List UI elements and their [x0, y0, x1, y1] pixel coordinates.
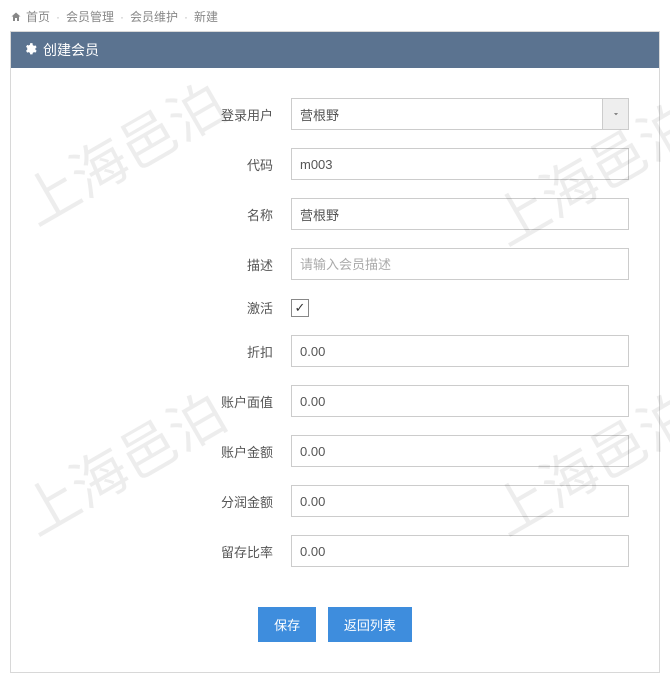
- back-to-list-button[interactable]: 返回列表: [328, 607, 412, 642]
- breadcrumb-level2[interactable]: 会员维护: [130, 8, 178, 25]
- login-user-select[interactable]: 营根野: [291, 98, 629, 130]
- label-active: 激活: [31, 298, 291, 317]
- breadcrumb-level1[interactable]: 会员管理: [66, 8, 114, 25]
- label-discount: 折扣: [31, 342, 291, 361]
- label-profit-share-amount: 分润金额: [31, 492, 291, 511]
- gear-icon: [23, 42, 37, 59]
- retain-ratio-input[interactable]: [291, 535, 629, 567]
- breadcrumb-home[interactable]: 首页: [26, 8, 50, 25]
- profit-share-amount-input[interactable]: [291, 485, 629, 517]
- code-input[interactable]: [291, 148, 629, 180]
- account-amount-input[interactable]: [291, 435, 629, 467]
- form-row-login-user: 登录用户 营根野: [31, 98, 639, 130]
- login-user-value: 营根野: [300, 105, 339, 124]
- form-row-description: 描述: [31, 248, 639, 280]
- breadcrumb: 首页 · 会员管理 · 会员维护 · 新建: [0, 0, 670, 31]
- breadcrumb-separator: ·: [184, 10, 188, 24]
- save-button[interactable]: 保存: [258, 607, 316, 642]
- breadcrumb-separator: ·: [120, 10, 124, 24]
- form-row-code: 代码: [31, 148, 639, 180]
- label-name: 名称: [31, 205, 291, 224]
- discount-input[interactable]: [291, 335, 629, 367]
- breadcrumb-separator: ·: [56, 10, 60, 24]
- label-description: 描述: [31, 255, 291, 274]
- chevron-down-icon: [602, 99, 628, 129]
- form-row-account-amount: 账户金额: [31, 435, 639, 467]
- form-row-account-face-value: 账户面值: [31, 385, 639, 417]
- form-row-profit-share-amount: 分润金额: [31, 485, 639, 517]
- label-code: 代码: [31, 155, 291, 174]
- check-icon: ✓: [295, 300, 306, 316]
- description-input[interactable]: [291, 248, 629, 280]
- account-face-value-input[interactable]: [291, 385, 629, 417]
- form-actions: 保存 返回列表: [31, 585, 639, 642]
- form-row-name: 名称: [31, 198, 639, 230]
- active-checkbox[interactable]: ✓: [291, 299, 309, 317]
- label-account-amount: 账户金额: [31, 442, 291, 461]
- label-login-user: 登录用户: [31, 105, 291, 124]
- name-input[interactable]: [291, 198, 629, 230]
- label-account-face-value: 账户面值: [31, 392, 291, 411]
- form-row-discount: 折扣: [31, 335, 639, 367]
- label-retain-ratio: 留存比率: [31, 542, 291, 561]
- breadcrumb-current: 新建: [194, 8, 218, 25]
- home-icon: [10, 10, 22, 24]
- panel-body: 登录用户 营根野 代码 名称: [11, 68, 659, 672]
- panel-title: 创建会员: [43, 40, 99, 60]
- form-row-retain-ratio: 留存比率: [31, 535, 639, 567]
- form-row-active: 激活 ✓: [31, 298, 639, 317]
- panel: 创建会员 登录用户 营根野 代码 名称: [10, 31, 660, 673]
- panel-header: 创建会员: [11, 32, 659, 68]
